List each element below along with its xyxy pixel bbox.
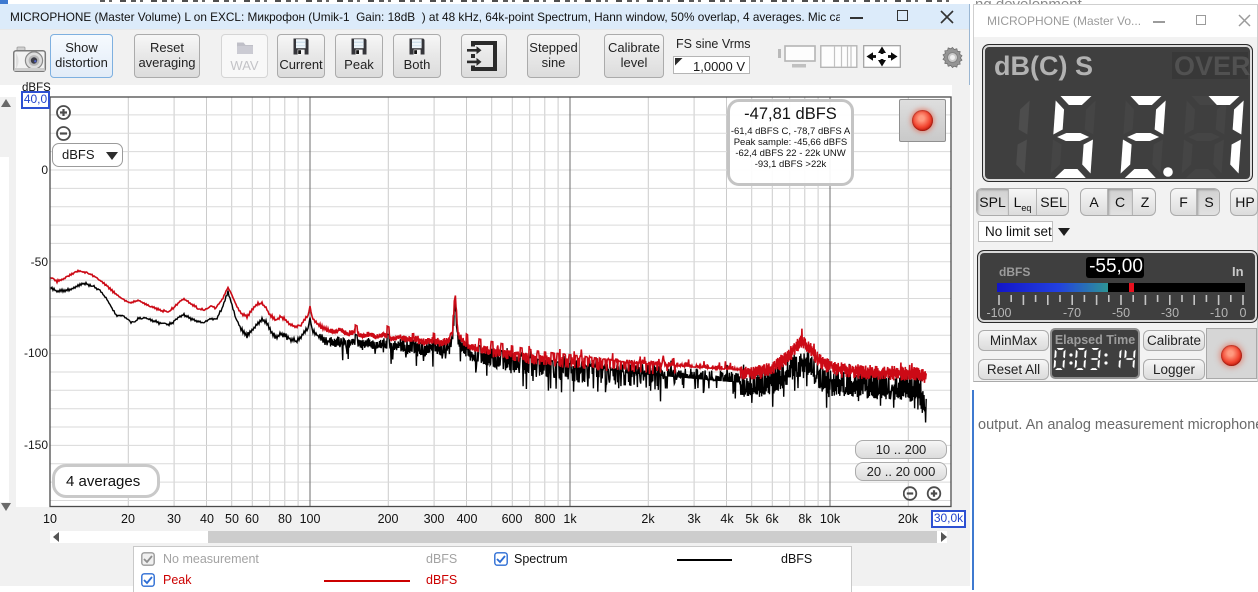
svg-text:-100: -100 xyxy=(986,306,1011,320)
svg-text:OVER: OVER xyxy=(1174,51,1251,81)
svg-text:0: 0 xyxy=(1240,306,1247,320)
svg-text:-70: -70 xyxy=(1063,306,1081,320)
svg-text:-10: -10 xyxy=(1210,306,1228,320)
svg-text:dB(C) S: dB(C) S xyxy=(994,51,1093,81)
svg-text:-30: -30 xyxy=(1161,306,1179,320)
svg-text:-50: -50 xyxy=(1112,306,1130,320)
